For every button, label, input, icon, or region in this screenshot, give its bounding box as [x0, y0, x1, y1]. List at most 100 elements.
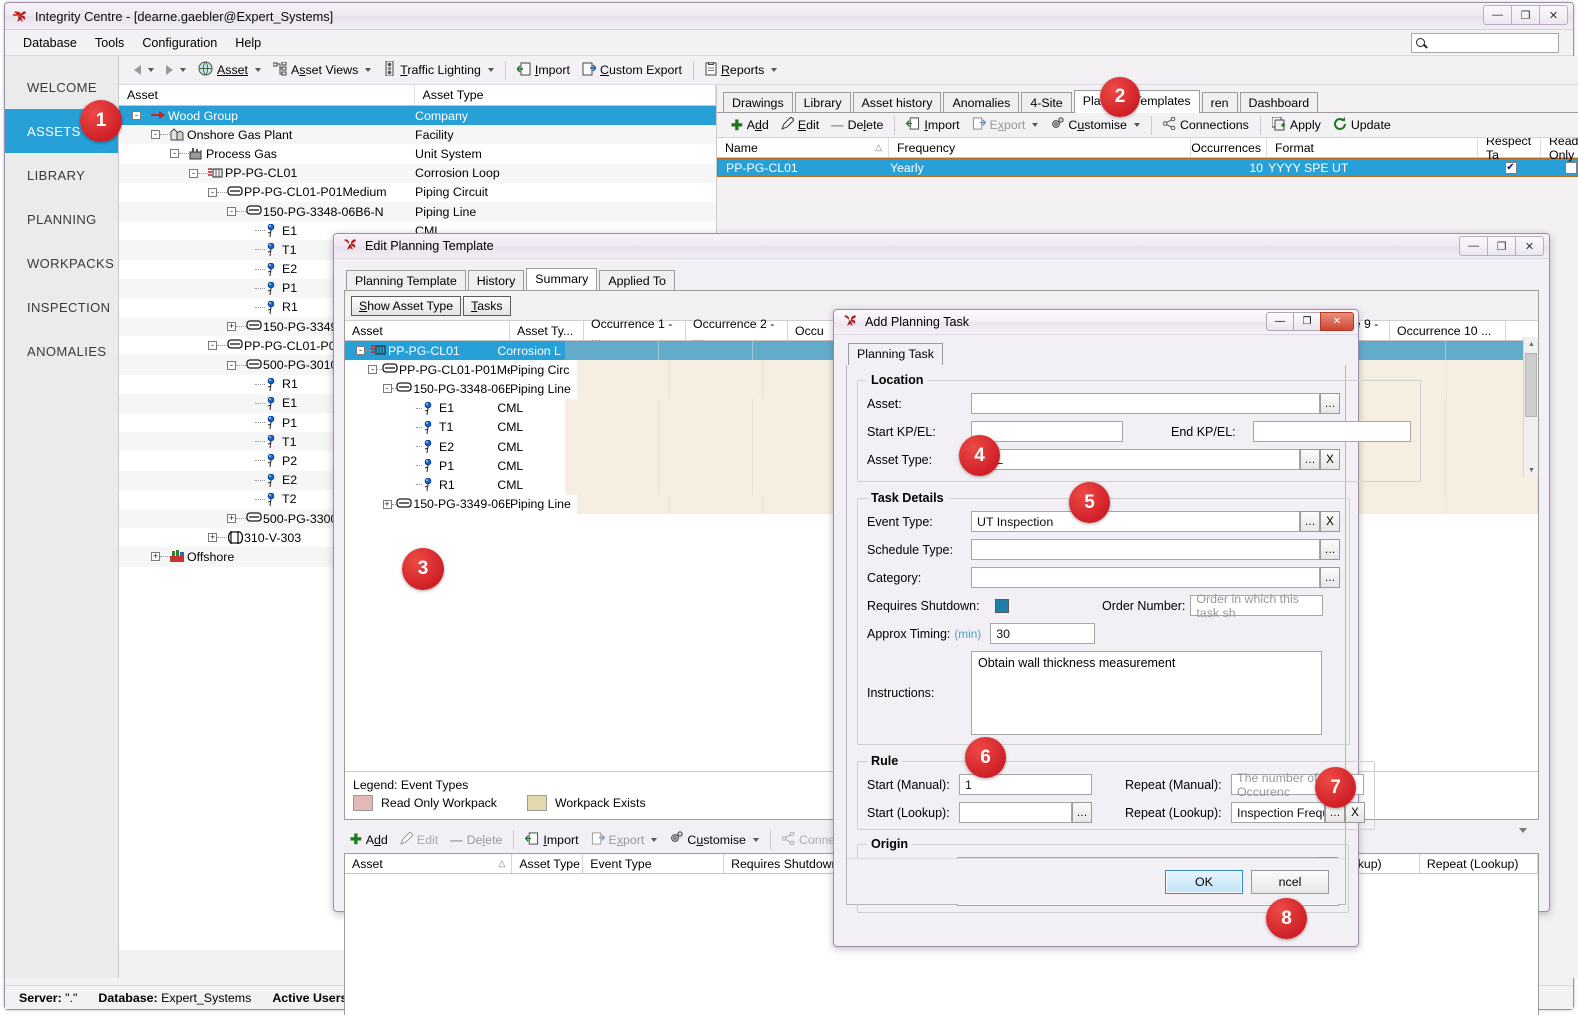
tree-expander[interactable]: - — [132, 111, 141, 121]
show-asset-type-button[interactable]: Show Asset Type — [351, 296, 462, 316]
col-frequency[interactable]: Frequency — [889, 138, 1191, 157]
tree-expander[interactable]: + — [227, 322, 236, 332]
tree-expander[interactable]: + — [382, 499, 392, 509]
tab-library[interactable]: Library — [794, 92, 851, 112]
col-asset-type[interactable]: Asset Type — [512, 854, 584, 873]
scroll-up-arrow[interactable] — [1524, 337, 1539, 352]
col-read-only[interactable]: Read Only — [1541, 134, 1578, 162]
tab-planning-task[interactable]: Planning Task — [848, 343, 943, 366]
maximize-button[interactable]: ❐ — [1293, 312, 1321, 331]
asset-browse-button[interactable]: … — [1320, 393, 1340, 414]
task-customise-button[interactable]: Customise — [663, 829, 765, 850]
maximize-button[interactable]: ❐ — [1511, 5, 1540, 25]
tree-expander[interactable]: - — [382, 384, 392, 394]
schedule-type-input[interactable] — [971, 539, 1320, 560]
forward-button[interactable] — [160, 63, 192, 77]
sidebar-item-inspection[interactable]: INSPECTION — [5, 285, 118, 329]
schedule-type-browse-button[interactable]: … — [1320, 539, 1340, 560]
task-export-button[interactable]: Export — [585, 830, 664, 850]
tasks-button[interactable]: Tasks — [463, 296, 511, 316]
col-occurrences[interactable]: Occurrences — [1191, 138, 1267, 157]
col-occurrence-3[interactable]: Occu — [788, 321, 838, 340]
tree-expander[interactable]: - — [151, 130, 160, 140]
col-occurrence-10[interactable]: Occurrence 10 ... — [1390, 321, 1506, 340]
occurrence-cell[interactable] — [670, 379, 763, 399]
tab-planning-template[interactable]: Planning Template — [346, 270, 466, 290]
start-lookup-browse-button[interactable]: … — [1072, 802, 1092, 823]
pt-connections-button[interactable]: Connections — [1157, 115, 1255, 135]
cell-read-only[interactable] — [1542, 161, 1578, 174]
tab-drawings[interactable]: Drawings — [723, 92, 793, 112]
start-lookup-input[interactable] — [959, 802, 1072, 823]
tree-expander[interactable]: + — [151, 552, 160, 562]
occurrence-cell[interactable] — [1353, 341, 1446, 361]
pt-add-button[interactable]: ✚ Add — [725, 115, 775, 136]
tab-applied-to[interactable]: Applied To — [599, 270, 675, 290]
start-kp-input[interactable] — [971, 421, 1123, 442]
tree-expander[interactable]: + — [208, 533, 217, 543]
occurrence-cell[interactable] — [565, 475, 660, 495]
toolbar-reports[interactable]: Reports — [699, 60, 783, 81]
pt-edit-button[interactable]: Edit — [775, 115, 825, 135]
sidebar-item-workpacks[interactable]: WORKPACKS — [5, 241, 118, 285]
table-row[interactable]: PP-PG-CL01 Yearly 10 YYYY SPE UT ✔ — [717, 158, 1578, 177]
repeat-lookup-input[interactable]: Inspection Freque — [1231, 802, 1325, 823]
occurrence-cell[interactable] — [659, 436, 754, 457]
col-respect-target[interactable]: Respect Ta — [1478, 134, 1541, 162]
close-button[interactable]: ✕ — [1539, 5, 1568, 25]
tree-row[interactable]: - PP-PG-CL01-P01Medium Piping Circuit — [119, 183, 716, 202]
col-requires-shutdown[interactable]: Requires Shutdown — [724, 854, 843, 873]
task-add-button[interactable]: ✚ Add — [344, 829, 394, 850]
add-task-ok-button[interactable]: OK — [1165, 869, 1243, 894]
task-edit-button[interactable]: Edit — [394, 830, 444, 850]
sidebar-item-anomalies[interactable]: ANOMALIES — [5, 329, 118, 373]
edit-template-window-controls[interactable]: — ❐ ✕ — [1459, 236, 1544, 256]
occurrence-cell[interactable] — [1446, 494, 1538, 514]
tree-row[interactable]: - PP-PG-CL01 Corrosion Loop — [119, 163, 716, 183]
pt-customise-button[interactable]: Customise — [1044, 115, 1146, 136]
pt-update-button[interactable]: Update — [1327, 115, 1397, 136]
close-button[interactable]: ✕ — [1320, 312, 1354, 331]
col-repeat-lookup[interactable]: Repeat (Lookup) — [1420, 854, 1539, 873]
pt-apply-button[interactable]: Apply — [1266, 115, 1327, 136]
close-button[interactable]: ✕ — [1515, 236, 1544, 256]
tree-expander[interactable]: - — [170, 149, 179, 159]
occurrence-cell[interactable] — [577, 494, 671, 514]
summary-scrollbar[interactable] — [1523, 337, 1538, 478]
occurrence-cell[interactable] — [565, 456, 660, 476]
scrollbar-thumb[interactable] — [1525, 353, 1537, 417]
occurrence-cell[interactable] — [565, 398, 660, 418]
tree-row[interactable]: - Process Gas Unit System — [119, 144, 716, 163]
tree-expander[interactable]: - — [227, 360, 236, 370]
tab-history[interactable]: History — [467, 270, 525, 290]
asset-type-input[interactable]: CML — [971, 449, 1300, 470]
occurrence-cell[interactable] — [577, 379, 671, 399]
search-input[interactable] — [1411, 33, 1559, 53]
category-browse-button[interactable]: … — [1320, 567, 1340, 588]
menu-configuration[interactable]: Configuration — [133, 33, 226, 53]
occurrence-cell[interactable] — [565, 417, 660, 437]
maximize-button[interactable]: ❐ — [1487, 236, 1516, 256]
occurrence-cell[interactable] — [565, 436, 660, 457]
occurrence-cell[interactable] — [577, 360, 671, 380]
cell-respect-target[interactable]: ✔ — [1479, 161, 1542, 174]
tree-expander[interactable]: - — [208, 341, 217, 351]
tree-expander[interactable]: - — [227, 207, 236, 217]
tab-dashboard[interactable]: Dashboard — [1239, 92, 1319, 112]
col-format[interactable]: Format — [1267, 138, 1478, 157]
tree-expander[interactable]: - — [189, 168, 198, 178]
scroll-down-arrow[interactable] — [1524, 463, 1539, 478]
tree-expander[interactable]: - — [356, 346, 365, 356]
occurrence-cell[interactable] — [659, 341, 754, 361]
col-asset[interactable]: Asset △ — [345, 854, 513, 873]
occurrence-cell[interactable] — [670, 494, 763, 514]
toolbar-asset[interactable]: Asset — [192, 59, 267, 81]
event-type-clear-button[interactable]: X — [1320, 511, 1340, 532]
occurrence-cell[interactable] — [565, 341, 660, 361]
approx-timing-input[interactable]: 30 — [990, 623, 1096, 644]
end-kp-input[interactable] — [1253, 421, 1411, 442]
asset-input[interactable] — [971, 393, 1320, 414]
instructions-textarea[interactable]: Obtain wall thickness measurement — [971, 651, 1322, 735]
toolbar-asset-views[interactable]: Asset Views — [267, 60, 377, 81]
read-only-checkbox[interactable] — [1565, 161, 1577, 174]
